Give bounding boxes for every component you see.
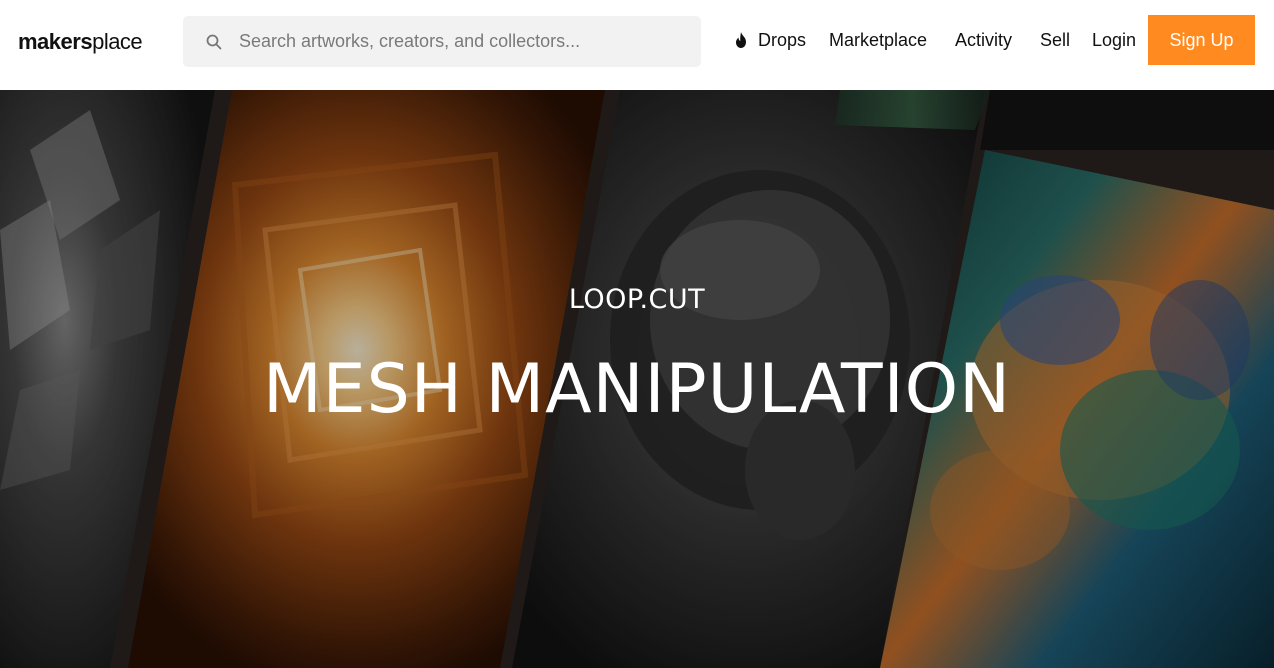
hero-subtitle: LOOP.CUT — [568, 284, 706, 315]
hero-title: MESH MANIPULATION — [262, 350, 1012, 429]
top-navigation-bar: makersplace Drops Marketplace Activity S… — [0, 0, 1274, 90]
logo-text-light: place — [92, 29, 143, 54]
search-bar[interactable] — [183, 16, 701, 67]
sign-up-button[interactable]: Sign Up — [1148, 15, 1255, 65]
makersplace-logo[interactable]: makersplace — [18, 27, 143, 57]
hero-banner[interactable]: LOOP.CUT MESH MANIPULATION — [0, 90, 1274, 668]
nav-marketplace-link[interactable]: Marketplace — [829, 28, 927, 52]
search-input[interactable] — [237, 26, 677, 57]
logo-text-bold: makers — [18, 29, 93, 54]
nav-login-link[interactable]: Login — [1092, 28, 1136, 52]
nav-activity-link[interactable]: Activity — [955, 28, 1012, 52]
search-icon — [205, 33, 223, 51]
flame-icon — [733, 31, 749, 49]
nav-drops-link[interactable]: Drops — [733, 28, 806, 52]
nav-sell-link[interactable]: Sell — [1040, 28, 1070, 52]
nav-drops-label: Drops — [758, 30, 807, 50]
